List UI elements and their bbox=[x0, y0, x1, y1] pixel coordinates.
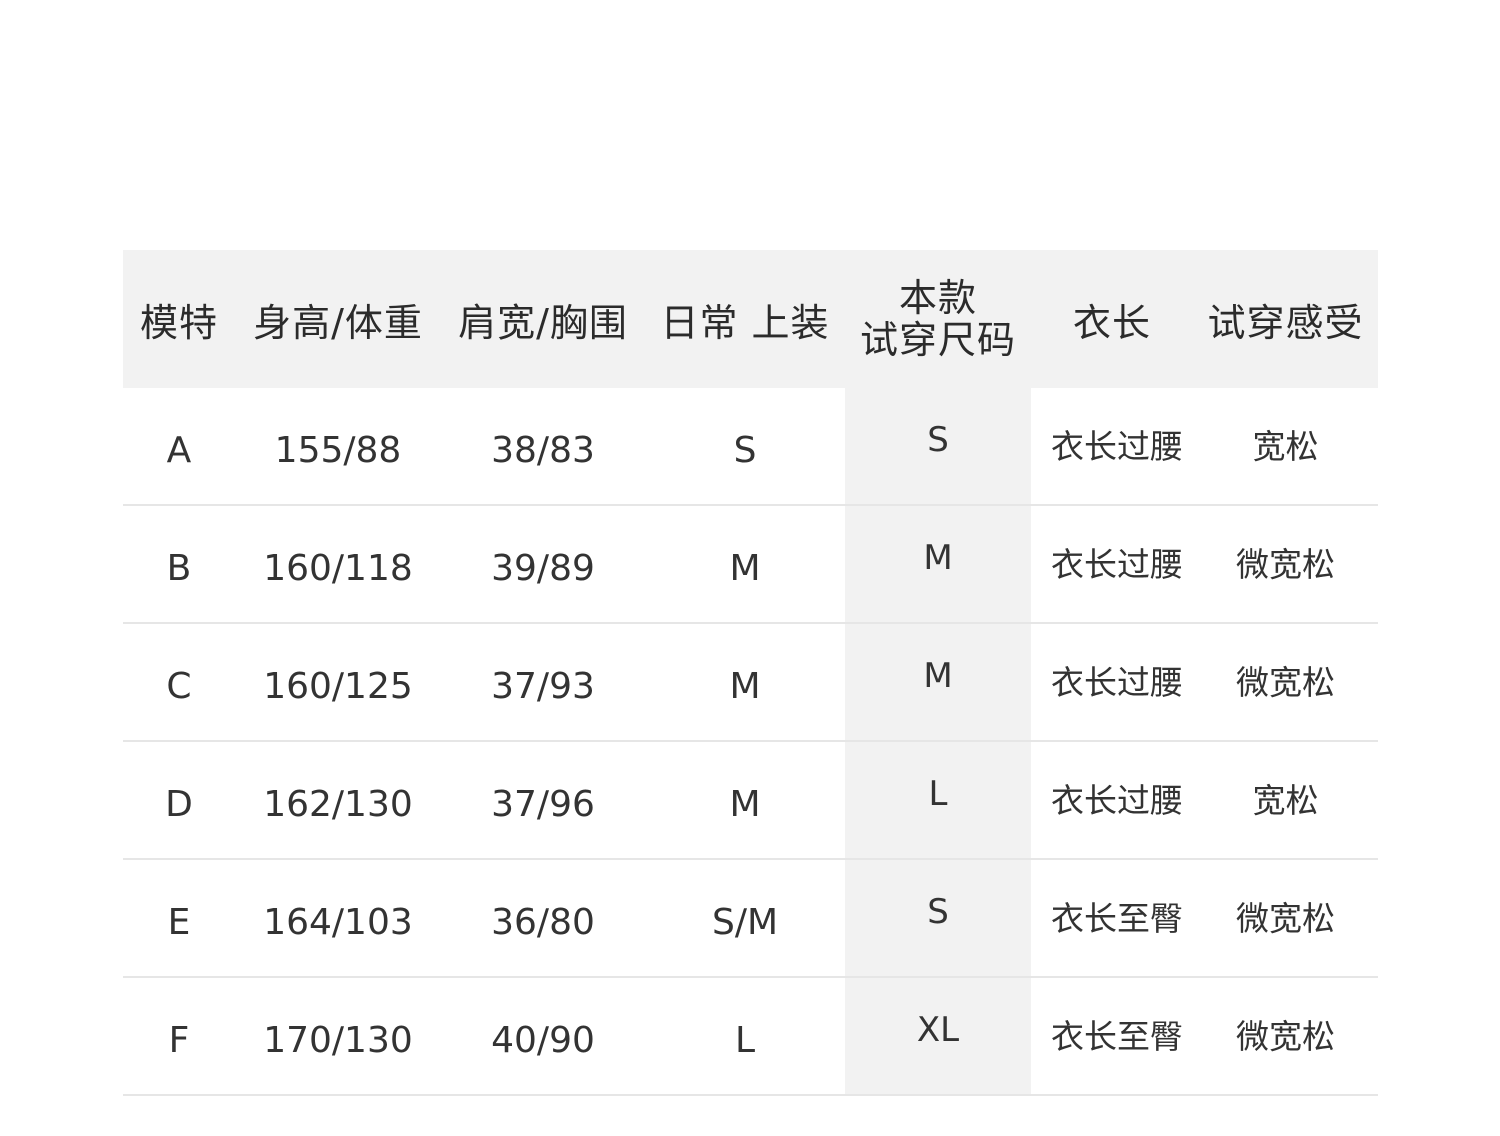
table-header: 模特 身高/体重 肩宽/胸围 日常 上装 本款 试穿尺码 衣长 试穿感受 bbox=[123, 250, 1378, 388]
cell-model: E bbox=[167, 901, 191, 943]
cell-length: 衣长过腰 bbox=[1051, 781, 1183, 820]
cell-fit: 微宽松 bbox=[1236, 899, 1335, 938]
cell-height-weight: 170/130 bbox=[263, 1019, 413, 1061]
table-row: D 162/130 37/96 M L 衣长过腰 宽松 bbox=[123, 742, 1378, 860]
cell-length: 衣长过腰 bbox=[1051, 663, 1183, 702]
cell-fit: 宽松 bbox=[1252, 427, 1319, 466]
header-tried-size: 本款 试穿尺码 bbox=[845, 250, 1031, 388]
header-height-weight: 身高/体重 bbox=[253, 300, 423, 345]
cell-tried-size: S bbox=[845, 860, 1031, 978]
table-row: F 170/130 40/90 L XL 衣长至臀 微宽松 bbox=[123, 978, 1378, 1096]
cell-length: 衣长过腰 bbox=[1051, 427, 1183, 466]
cell-daily-size: S bbox=[733, 429, 757, 471]
cell-tried-size: L bbox=[845, 742, 1031, 860]
cell-length: 衣长至臀 bbox=[1051, 1017, 1183, 1056]
cell-fit: 微宽松 bbox=[1236, 1017, 1335, 1056]
cell-height-weight: 155/88 bbox=[274, 429, 402, 471]
cell-model: F bbox=[168, 1019, 190, 1061]
table-row: A 155/88 38/83 S S 衣长过腰 宽松 bbox=[123, 388, 1378, 506]
header-length: 衣长 bbox=[1072, 300, 1151, 345]
cell-fit: 微宽松 bbox=[1236, 545, 1335, 584]
cell-shoulder-chest: 37/93 bbox=[491, 665, 595, 707]
cell-model: A bbox=[166, 429, 192, 471]
cell-length: 衣长至臀 bbox=[1051, 899, 1183, 938]
table-row: C 160/125 37/93 M M 衣长过腰 微宽松 bbox=[123, 624, 1378, 742]
cell-shoulder-chest: 39/89 bbox=[491, 547, 595, 589]
cell-shoulder-chest: 38/83 bbox=[491, 429, 595, 471]
header-fit-feeling: 试穿感受 bbox=[1207, 300, 1364, 345]
cell-daily-size: L bbox=[734, 1019, 756, 1061]
cell-daily-size: M bbox=[729, 547, 761, 589]
cell-model: C bbox=[166, 665, 192, 707]
header-shoulder-chest: 肩宽/胸围 bbox=[458, 300, 628, 345]
table-row: B 160/118 39/89 M M 衣长过腰 微宽松 bbox=[123, 506, 1378, 624]
header-model: 模特 bbox=[139, 300, 218, 345]
cell-length: 衣长过腰 bbox=[1051, 545, 1183, 584]
table-row: E 164/103 36/80 S/M S 衣长至臀 微宽松 bbox=[123, 860, 1378, 978]
cell-model: D bbox=[165, 783, 193, 825]
cell-daily-size: M bbox=[729, 783, 761, 825]
cell-height-weight: 160/125 bbox=[263, 665, 413, 707]
model-size-table: 模特 身高/体重 肩宽/胸围 日常 上装 本款 试穿尺码 衣长 试穿感受 A 1… bbox=[123, 250, 1378, 1096]
cell-height-weight: 164/103 bbox=[263, 901, 413, 943]
cell-daily-size: M bbox=[729, 665, 761, 707]
cell-height-weight: 160/118 bbox=[263, 547, 413, 589]
cell-tried-size: M bbox=[845, 506, 1031, 624]
cell-model: B bbox=[166, 547, 192, 589]
cell-height-weight: 162/130 bbox=[263, 783, 413, 825]
header-tried-size-line1: 本款 bbox=[898, 276, 977, 320]
cell-shoulder-chest: 37/96 bbox=[491, 783, 595, 825]
cell-shoulder-chest: 36/80 bbox=[491, 901, 595, 943]
cell-tried-size: S bbox=[845, 388, 1031, 506]
cell-fit: 微宽松 bbox=[1236, 663, 1335, 702]
cell-tried-size: M bbox=[845, 624, 1031, 742]
cell-daily-size: S/M bbox=[711, 901, 779, 943]
cell-tried-size: XL bbox=[845, 978, 1031, 1096]
cell-shoulder-chest: 40/90 bbox=[491, 1019, 595, 1061]
cell-fit: 宽松 bbox=[1252, 781, 1319, 820]
header-tried-size-line2: 试穿尺码 bbox=[859, 318, 1016, 362]
header-daily-top-size: 日常 上装 bbox=[660, 300, 830, 345]
